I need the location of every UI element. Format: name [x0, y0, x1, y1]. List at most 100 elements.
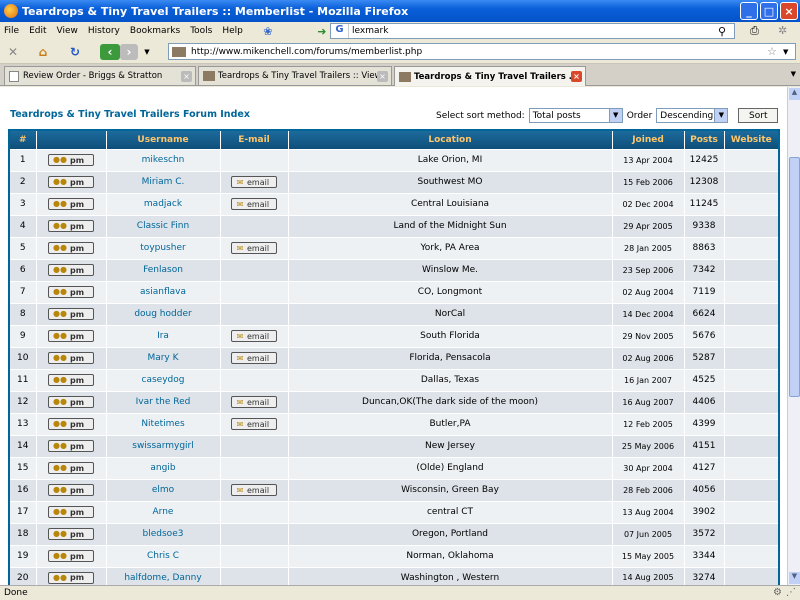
- pm-button[interactable]: ●● pm: [48, 440, 94, 452]
- email-button[interactable]: ✉ email: [231, 418, 277, 430]
- username-link[interactable]: Classic Finn: [137, 221, 189, 231]
- pm-button[interactable]: ●● pm: [48, 154, 94, 166]
- close-button[interactable]: ×: [780, 2, 798, 20]
- forum-index-link[interactable]: Teardrops & Tiny Travel Trailers Forum I…: [10, 109, 250, 120]
- forward-button[interactable]: ›: [120, 44, 138, 60]
- tab-memberlist[interactable]: Teardrops & Tiny Travel Trailers ... ×: [394, 66, 586, 86]
- url-dropdown-icon[interactable]: ▼: [783, 48, 795, 56]
- tab-close-icon[interactable]: ×: [571, 71, 582, 82]
- website-cell: [723, 148, 780, 172]
- reload-icon[interactable]: ↻: [66, 44, 84, 60]
- col-location[interactable]: Location: [287, 129, 613, 150]
- pm-button[interactable]: ●● pm: [48, 352, 94, 364]
- username-link[interactable]: Fenlason: [143, 265, 183, 275]
- scroll-down-icon[interactable]: ▼: [789, 572, 800, 584]
- pm-button[interactable]: ●● pm: [48, 550, 94, 562]
- table-row: 3 ●● pm madjack ✉ email Central Louisiana 02 De…: [8, 192, 780, 216]
- page-content: Teardrops & Tiny Travel Trailers Forum I…: [0, 87, 787, 585]
- download-arrow-icon[interactable]: ➜: [315, 24, 329, 38]
- username-link[interactable]: Ira: [157, 331, 169, 341]
- tab-review-order[interactable]: Review Order - Briggs & Stratton ×: [4, 66, 196, 85]
- pm-button[interactable]: ●● pm: [48, 264, 94, 276]
- search-icon[interactable]: ⚲: [718, 25, 734, 38]
- search-engine-icon[interactable]: G: [331, 24, 349, 38]
- back-button[interactable]: ‹: [100, 44, 120, 60]
- email-button[interactable]: ✉ email: [231, 352, 277, 364]
- vertical-scrollbar[interactable]: ▲ ▼: [787, 87, 800, 585]
- username-link[interactable]: doug hodder: [134, 309, 191, 319]
- envelope-icon: ✉: [236, 485, 244, 495]
- username-link[interactable]: mikeschn: [142, 155, 185, 165]
- pm-button[interactable]: ●● pm: [48, 418, 94, 430]
- menu-history[interactable]: History: [88, 26, 120, 36]
- menu-help[interactable]: Help: [222, 26, 243, 36]
- username-link[interactable]: Nitetimes: [141, 419, 184, 429]
- username-link[interactable]: swissarmygirl: [132, 441, 194, 451]
- sort-method-select[interactable]: Total posts ▼: [528, 108, 623, 123]
- username-link[interactable]: Miriam C.: [142, 177, 185, 187]
- email-button[interactable]: ✉ email: [231, 484, 277, 496]
- scroll-up-icon[interactable]: ▲: [789, 88, 800, 100]
- col-joined[interactable]: Joined: [611, 129, 685, 150]
- minimize-button[interactable]: _: [740, 2, 758, 20]
- pm-button[interactable]: ●● pm: [48, 506, 94, 518]
- pm-button[interactable]: ●● pm: [48, 484, 94, 496]
- email-button[interactable]: ✉ email: [231, 396, 277, 408]
- pm-button[interactable]: ●● pm: [48, 374, 94, 386]
- email-button[interactable]: ✉ email: [231, 330, 277, 342]
- username-link[interactable]: Ivar the Red: [136, 397, 191, 407]
- sort-button[interactable]: Sort: [738, 108, 779, 123]
- username-link[interactable]: caseydog: [142, 375, 185, 385]
- resize-grip-icon[interactable]: ⋰: [786, 587, 796, 598]
- username-link[interactable]: Mary K: [147, 353, 178, 363]
- col-posts[interactable]: Posts: [683, 129, 725, 150]
- username-link[interactable]: angib: [150, 463, 175, 473]
- url-input[interactable]: [189, 46, 767, 57]
- posts-cell: 4127: [683, 456, 725, 480]
- menu-view[interactable]: View: [57, 26, 78, 36]
- print-icon[interactable]: ⎙: [750, 24, 759, 38]
- username-link[interactable]: madjack: [144, 199, 182, 209]
- tab-close-icon[interactable]: ×: [181, 71, 192, 82]
- home-icon[interactable]: ⌂: [34, 44, 52, 60]
- maximize-button[interactable]: □: [760, 2, 778, 20]
- bookmark-star-icon[interactable]: ☆: [767, 45, 783, 58]
- username-link[interactable]: elmo: [152, 485, 174, 495]
- pm-button[interactable]: ●● pm: [48, 308, 94, 320]
- email-button[interactable]: ✉ email: [231, 242, 277, 254]
- pm-button[interactable]: ●● pm: [48, 176, 94, 188]
- location-cell: Lake Orion, MI: [287, 148, 613, 172]
- username-link[interactable]: asianflava: [140, 287, 186, 297]
- username-link[interactable]: Arne: [153, 507, 174, 517]
- pm-button[interactable]: ●● pm: [48, 198, 94, 210]
- search-input[interactable]: [349, 26, 718, 36]
- tab-list-dropdown-icon[interactable]: ▼: [791, 70, 796, 78]
- menu-bookmarks[interactable]: Bookmarks: [130, 26, 180, 36]
- addon-icon[interactable]: ❀: [261, 24, 275, 38]
- stop-icon[interactable]: ✕: [4, 44, 22, 60]
- email-button[interactable]: ✉ email: [231, 198, 277, 210]
- username-link[interactable]: halfdome, Danny: [124, 573, 201, 583]
- pm-button[interactable]: ●● pm: [48, 330, 94, 342]
- col-username[interactable]: Username: [105, 129, 221, 150]
- pm-button[interactable]: ●● pm: [48, 242, 94, 254]
- order-select[interactable]: Descending ▼: [656, 108, 729, 123]
- settings-icon[interactable]: ✲: [778, 24, 787, 37]
- username-link[interactable]: toypusher: [140, 243, 185, 253]
- pm-button[interactable]: ●● pm: [48, 286, 94, 298]
- pm-button[interactable]: ●● pm: [48, 462, 94, 474]
- tab-close-icon[interactable]: ×: [377, 71, 388, 82]
- scrollbar-thumb[interactable]: [789, 157, 800, 397]
- pm-button[interactable]: ●● pm: [48, 571, 94, 584]
- history-dropdown-icon[interactable]: ▼: [138, 44, 156, 60]
- username-link[interactable]: bledsoe3: [143, 529, 184, 539]
- email-button[interactable]: ✉ email: [231, 176, 277, 188]
- pm-button[interactable]: ●● pm: [48, 396, 94, 408]
- tab-forum-view[interactable]: Teardrops & Tiny Travel Trailers :: View…: [198, 66, 392, 85]
- menu-file[interactable]: File: [4, 26, 19, 36]
- pm-button[interactable]: ●● pm: [48, 220, 94, 232]
- menu-tools[interactable]: Tools: [190, 26, 212, 36]
- pm-button[interactable]: ●● pm: [48, 528, 94, 540]
- menu-edit[interactable]: Edit: [29, 26, 46, 36]
- username-link[interactable]: Chris C: [147, 551, 179, 561]
